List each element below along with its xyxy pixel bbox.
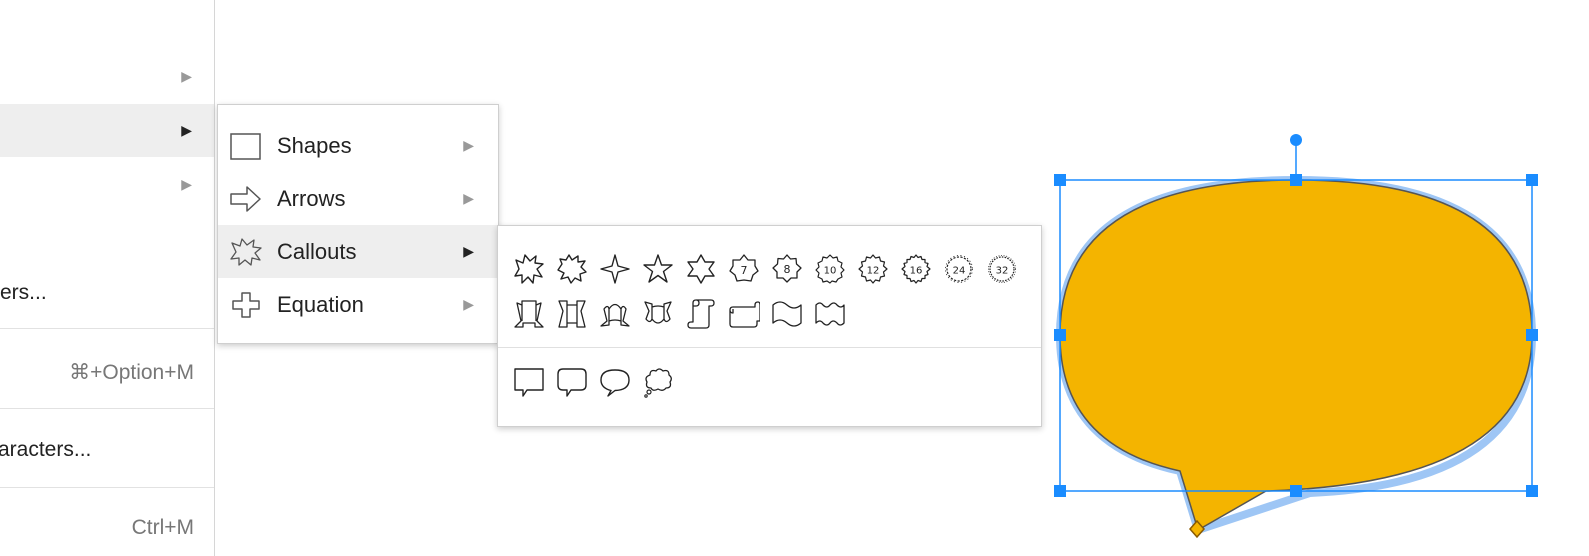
menu-separator bbox=[0, 487, 214, 488]
explosion-1-icon[interactable] bbox=[513, 252, 545, 286]
submenu-item-label: Shapes bbox=[277, 133, 352, 158]
star-5-point-icon[interactable] bbox=[642, 252, 674, 286]
submenu-arrow-icon: ▶ bbox=[181, 176, 192, 192]
resize-handle-sw bbox=[1054, 485, 1066, 497]
ribbon-down-icon[interactable] bbox=[556, 297, 588, 331]
palette-separator bbox=[498, 347, 1041, 348]
badge-number: 10 bbox=[824, 266, 837, 277]
submenu-arrow-icon: ▶ bbox=[463, 190, 474, 206]
plus-icon bbox=[229, 290, 263, 320]
horizontal-scroll-icon[interactable] bbox=[728, 297, 761, 331]
menu-separator bbox=[0, 328, 214, 329]
badge-number: 8 bbox=[784, 263, 791, 276]
star-16-point-icon[interactable]: 16 bbox=[900, 252, 932, 286]
menu-row-characters[interactable]: aracters... bbox=[0, 435, 214, 465]
badge-number: 12 bbox=[867, 266, 880, 277]
star-4-point-icon[interactable] bbox=[599, 252, 631, 286]
menu-separator bbox=[0, 408, 214, 409]
resize-handle-ne bbox=[1526, 174, 1538, 186]
resize-handle-nw bbox=[1054, 174, 1066, 186]
menu-shortcut: Ctrl+M bbox=[131, 516, 194, 539]
callouts-palette: 7 8 10 12 16 24 32 bbox=[497, 225, 1042, 427]
rectangle-icon bbox=[229, 131, 263, 161]
rounded-callout-icon[interactable] bbox=[556, 365, 588, 399]
explosion-icon bbox=[229, 237, 263, 267]
double-wave-icon[interactable] bbox=[814, 297, 846, 331]
callout-shape bbox=[1059, 179, 1533, 531]
star-24-point-icon[interactable]: 24 bbox=[943, 252, 975, 286]
curved-ribbon-down-icon[interactable] bbox=[642, 297, 674, 331]
submenu-item-shapes[interactable]: Shapes ▶ bbox=[218, 119, 498, 172]
rotation-handle bbox=[1290, 134, 1302, 146]
resize-handle-s bbox=[1290, 485, 1302, 497]
insert-shapes-submenu: Shapes ▶ Arrows ▶ Callouts ▶ Equation ▶ bbox=[217, 104, 499, 344]
selected-oval-callout[interactable] bbox=[1040, 125, 1570, 545]
cloud-callout-icon[interactable] bbox=[642, 365, 674, 399]
submenu-item-equation[interactable]: Equation ▶ bbox=[218, 278, 498, 331]
star-6-point-icon[interactable] bbox=[685, 252, 717, 286]
resize-handle-n bbox=[1290, 174, 1302, 186]
badge-number: 32 bbox=[996, 266, 1009, 277]
explosion-2-icon[interactable] bbox=[556, 252, 588, 286]
submenu-arrow-icon: ▶ bbox=[463, 296, 474, 312]
menu-row-shortcut[interactable]: ⌘+Option+M bbox=[0, 357, 214, 387]
submenu-arrow-icon: ▶ bbox=[463, 137, 474, 153]
menu-row-insert-shapes[interactable]: ▶ bbox=[0, 104, 214, 157]
resize-handle-se bbox=[1526, 485, 1538, 497]
star-7-point-icon[interactable]: 7 bbox=[728, 252, 760, 286]
submenu-item-arrows[interactable]: Arrows ▶ bbox=[218, 172, 498, 225]
badge-number: 7 bbox=[741, 264, 748, 277]
menu-row-comment[interactable]: Ctrl+M bbox=[0, 513, 214, 543]
submenu-item-callouts[interactable]: Callouts ▶ bbox=[218, 225, 498, 278]
submenu-arrow-icon: ▶ bbox=[181, 68, 192, 84]
menu-row-special-chars[interactable]: ers... bbox=[0, 278, 214, 308]
submenu-arrow-icon: ▶ bbox=[181, 122, 192, 138]
star-32-point-icon[interactable]: 32 bbox=[986, 252, 1018, 286]
ribbon-up-icon[interactable] bbox=[513, 297, 545, 331]
menu-row-submenu-3[interactable]: ▶ bbox=[0, 170, 214, 200]
vertical-scroll-icon[interactable] bbox=[685, 297, 717, 331]
format-menu: ▶ ▶ ▶ ers... ⌘+Option+M aracters... Ctrl… bbox=[0, 0, 215, 556]
menu-shortcut: ⌘+Option+M bbox=[69, 361, 194, 384]
star-12-point-icon[interactable]: 12 bbox=[857, 252, 889, 286]
submenu-item-label: Callouts bbox=[277, 239, 357, 264]
resize-handle-e bbox=[1526, 329, 1538, 341]
submenu-item-label: Arrows bbox=[277, 186, 346, 211]
menu-item-label: ers... bbox=[0, 281, 47, 304]
submenu-arrow-icon: ▶ bbox=[463, 243, 474, 259]
star-10-point-icon[interactable]: 10 bbox=[814, 252, 846, 286]
star-8-point-icon[interactable]: 8 bbox=[771, 252, 803, 286]
badge-number: 16 bbox=[910, 266, 923, 277]
menu-item-label: aracters... bbox=[0, 438, 92, 461]
wave-icon[interactable] bbox=[771, 297, 803, 331]
rectangular-callout-icon[interactable] bbox=[513, 365, 545, 399]
badge-number: 24 bbox=[953, 266, 966, 277]
menu-row-submenu-1[interactable]: ▶ bbox=[0, 62, 214, 92]
resize-handle-w bbox=[1054, 329, 1066, 341]
curved-ribbon-up-icon[interactable] bbox=[599, 297, 631, 331]
oval-callout-icon[interactable] bbox=[599, 365, 631, 399]
submenu-item-label: Equation bbox=[277, 292, 364, 317]
arrow-right-icon bbox=[229, 184, 263, 214]
